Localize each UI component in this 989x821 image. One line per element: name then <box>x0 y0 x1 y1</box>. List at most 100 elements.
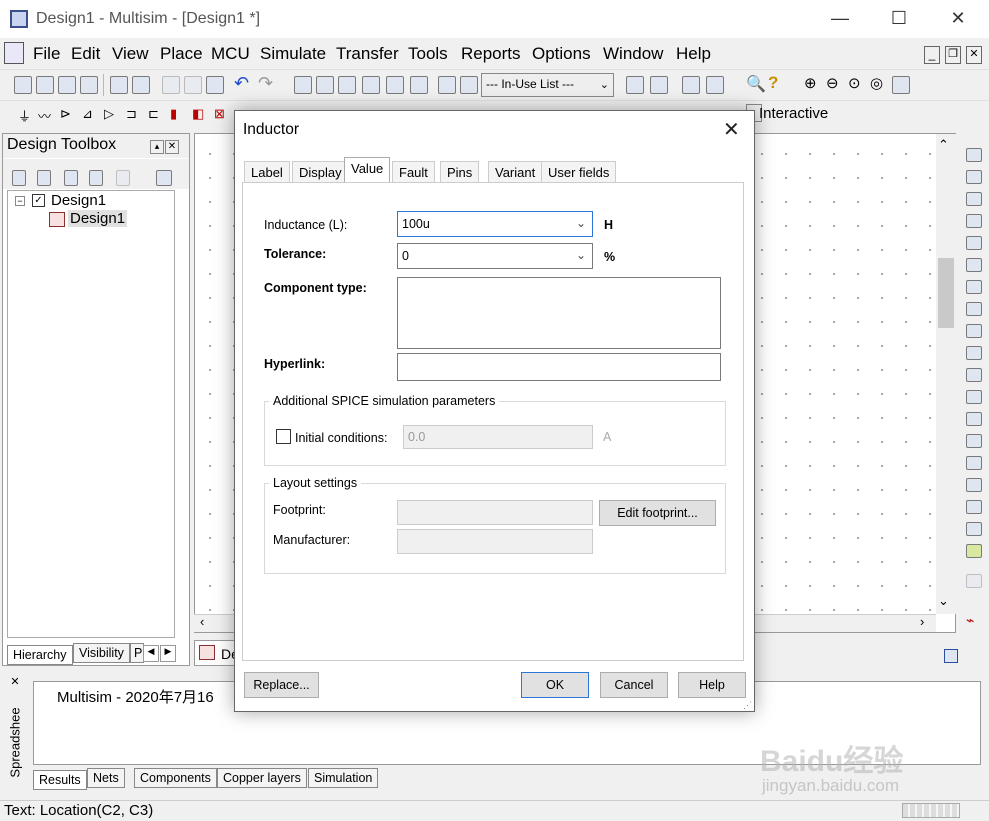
place-cmos-icon[interactable]: ⊏ <box>148 106 159 122</box>
zoom-out-icon[interactable]: ⊖ <box>826 74 839 92</box>
tab-nets[interactable]: Nets <box>87 768 125 788</box>
word-generator-icon[interactable] <box>966 302 982 316</box>
place-transistor-icon[interactable]: ⊿ <box>82 106 93 122</box>
multimeter-icon[interactable] <box>966 148 982 162</box>
print-icon[interactable] <box>110 76 128 94</box>
chevron-down-icon[interactable]: ⌄ <box>576 216 586 230</box>
redo-icon[interactable]: ↷ <box>258 73 273 94</box>
undo-icon[interactable]: ↶ <box>234 73 249 94</box>
back-annotate-icon[interactable] <box>626 76 644 94</box>
place-basic-icon[interactable]: 〰 <box>38 106 51 125</box>
zoom-in-icon[interactable]: ⊕ <box>804 74 817 92</box>
scrollbar-thumb[interactable] <box>938 258 954 328</box>
tab-scroll-right-icon[interactable]: ▶ <box>160 645 176 662</box>
menu-help[interactable]: Help <box>676 44 711 64</box>
ni-elvis-icon[interactable] <box>966 574 982 588</box>
menu-place[interactable]: Place <box>160 44 203 64</box>
place-mixed-icon[interactable]: ◧ <box>192 106 204 122</box>
distortion-analyzer-icon[interactable] <box>966 390 982 404</box>
menu-file[interactable]: File <box>33 44 60 64</box>
logic-converter-icon[interactable] <box>966 346 982 360</box>
tab-user-fields[interactable]: User fields <box>541 161 617 183</box>
open-icon[interactable] <box>36 76 54 94</box>
iv-analyzer-icon[interactable] <box>966 368 982 382</box>
menu-edit[interactable]: Edit <box>71 44 100 64</box>
place-diode-icon[interactable]: ⊳ <box>60 106 71 122</box>
database-manager-icon[interactable] <box>338 76 356 94</box>
menu-tools[interactable]: Tools <box>408 44 448 64</box>
tab-fault[interactable]: Fault <box>392 161 435 183</box>
place-source-icon[interactable]: ⏚ <box>18 106 31 125</box>
edit-footprint-button[interactable]: Edit footprint... <box>599 500 716 526</box>
tektronix-oscilloscope-icon[interactable] <box>966 522 982 536</box>
tree-child-design[interactable]: Design1 <box>68 210 128 227</box>
chevron-down-icon[interactable]: ⌄ <box>576 248 586 262</box>
dialog-close-icon[interactable]: ✕ <box>723 117 740 142</box>
four-channel-oscilloscope-icon[interactable] <box>966 236 982 250</box>
scroll-up-icon[interactable]: ⌃ <box>938 137 949 153</box>
wattmeter-icon[interactable] <box>966 192 982 206</box>
agilent-generator-icon[interactable] <box>966 456 982 470</box>
new-hierarchy-icon[interactable] <box>12 170 26 186</box>
tab-simulation[interactable]: Simulation <box>308 768 379 788</box>
tolerance-input[interactable]: 0 ⌄ <box>397 243 593 269</box>
save-icon[interactable] <box>80 76 98 94</box>
frequency-counter-icon[interactable] <box>966 280 982 294</box>
tab-label[interactable]: Label <box>244 161 290 183</box>
tab-results[interactable]: Results <box>33 770 87 790</box>
oscilloscope-icon[interactable] <box>966 214 982 228</box>
tree-root-design[interactable]: Design1 <box>51 192 106 209</box>
tree-collapse-icon[interactable]: − <box>15 196 25 206</box>
minimize-icon[interactable]: — <box>820 8 860 29</box>
transfer-icon[interactable] <box>650 76 668 94</box>
cancel-button[interactable]: Cancel <box>600 672 668 698</box>
replace-button[interactable]: Replace... <box>244 672 319 698</box>
network-analyzer-icon[interactable] <box>966 434 982 448</box>
place-indicator-icon[interactable]: ⊠ <box>214 106 225 122</box>
zoom-area-icon[interactable]: ⊙ <box>848 74 861 92</box>
zoom-page-icon[interactable]: ◎ <box>870 74 883 92</box>
postprocessor-icon[interactable] <box>386 76 404 94</box>
vertical-scrollbar[interactable] <box>936 134 956 614</box>
labview-instruments-icon[interactable] <box>966 544 982 558</box>
initial-conditions-checkbox[interactable] <box>276 429 291 444</box>
logic-analyzer-icon[interactable] <box>966 324 982 338</box>
forward-annotate-icon[interactable] <box>682 76 700 94</box>
component-type-input[interactable] <box>397 277 721 349</box>
tab-copper-layers[interactable]: Copper layers <box>217 768 307 788</box>
help-button[interactable]: Help <box>678 672 746 698</box>
paste-icon[interactable] <box>206 76 224 94</box>
fullscreen-icon[interactable] <box>294 76 312 94</box>
mdi-close-icon[interactable]: ✕ <box>966 46 982 64</box>
function-generator-icon[interactable] <box>966 170 982 184</box>
zoom-fit-icon[interactable] <box>892 76 910 94</box>
menu-window[interactable]: Window <box>603 44 663 64</box>
tab-display[interactable]: Display <box>292 161 349 183</box>
spreadsheet-view-icon[interactable] <box>316 76 334 94</box>
close-icon[interactable]: ✕ <box>938 8 978 29</box>
tab-visibility[interactable]: Visibility <box>73 643 130 663</box>
electrical-rules-icon[interactable] <box>438 76 456 94</box>
print-preview-icon[interactable] <box>132 76 150 94</box>
new-icon[interactable] <box>14 76 32 94</box>
place-ttl-icon[interactable]: ⊐ <box>126 106 137 122</box>
spectrum-analyzer-icon[interactable] <box>966 412 982 426</box>
tab-project[interactable]: P <box>130 643 144 663</box>
tree-checkbox-icon[interactable]: ✓ <box>32 194 45 207</box>
find-icon[interactable]: 🔍 <box>746 74 766 94</box>
footprint-input[interactable] <box>397 500 593 525</box>
open-folder-icon[interactable] <box>37 170 51 186</box>
tab-components[interactable]: Components <box>134 768 217 788</box>
ok-button[interactable]: OK <box>521 672 589 698</box>
menu-view[interactable]: View <box>112 44 149 64</box>
hyperlink-input[interactable] <box>397 353 721 381</box>
document-menu-icon[interactable] <box>4 42 24 64</box>
toolbox-close-icon[interactable]: ✕ <box>165 140 179 154</box>
canvas-corner-icon[interactable] <box>944 649 958 663</box>
inductance-input[interactable]: 100u ⌄ <box>397 211 593 237</box>
new-sheet-icon[interactable] <box>89 170 103 186</box>
scroll-right-icon[interactable]: › <box>920 614 924 629</box>
menu-options[interactable]: Options <box>532 44 591 64</box>
mdi-minimize-icon[interactable]: _ <box>924 46 940 64</box>
copy-icon[interactable] <box>184 76 202 94</box>
